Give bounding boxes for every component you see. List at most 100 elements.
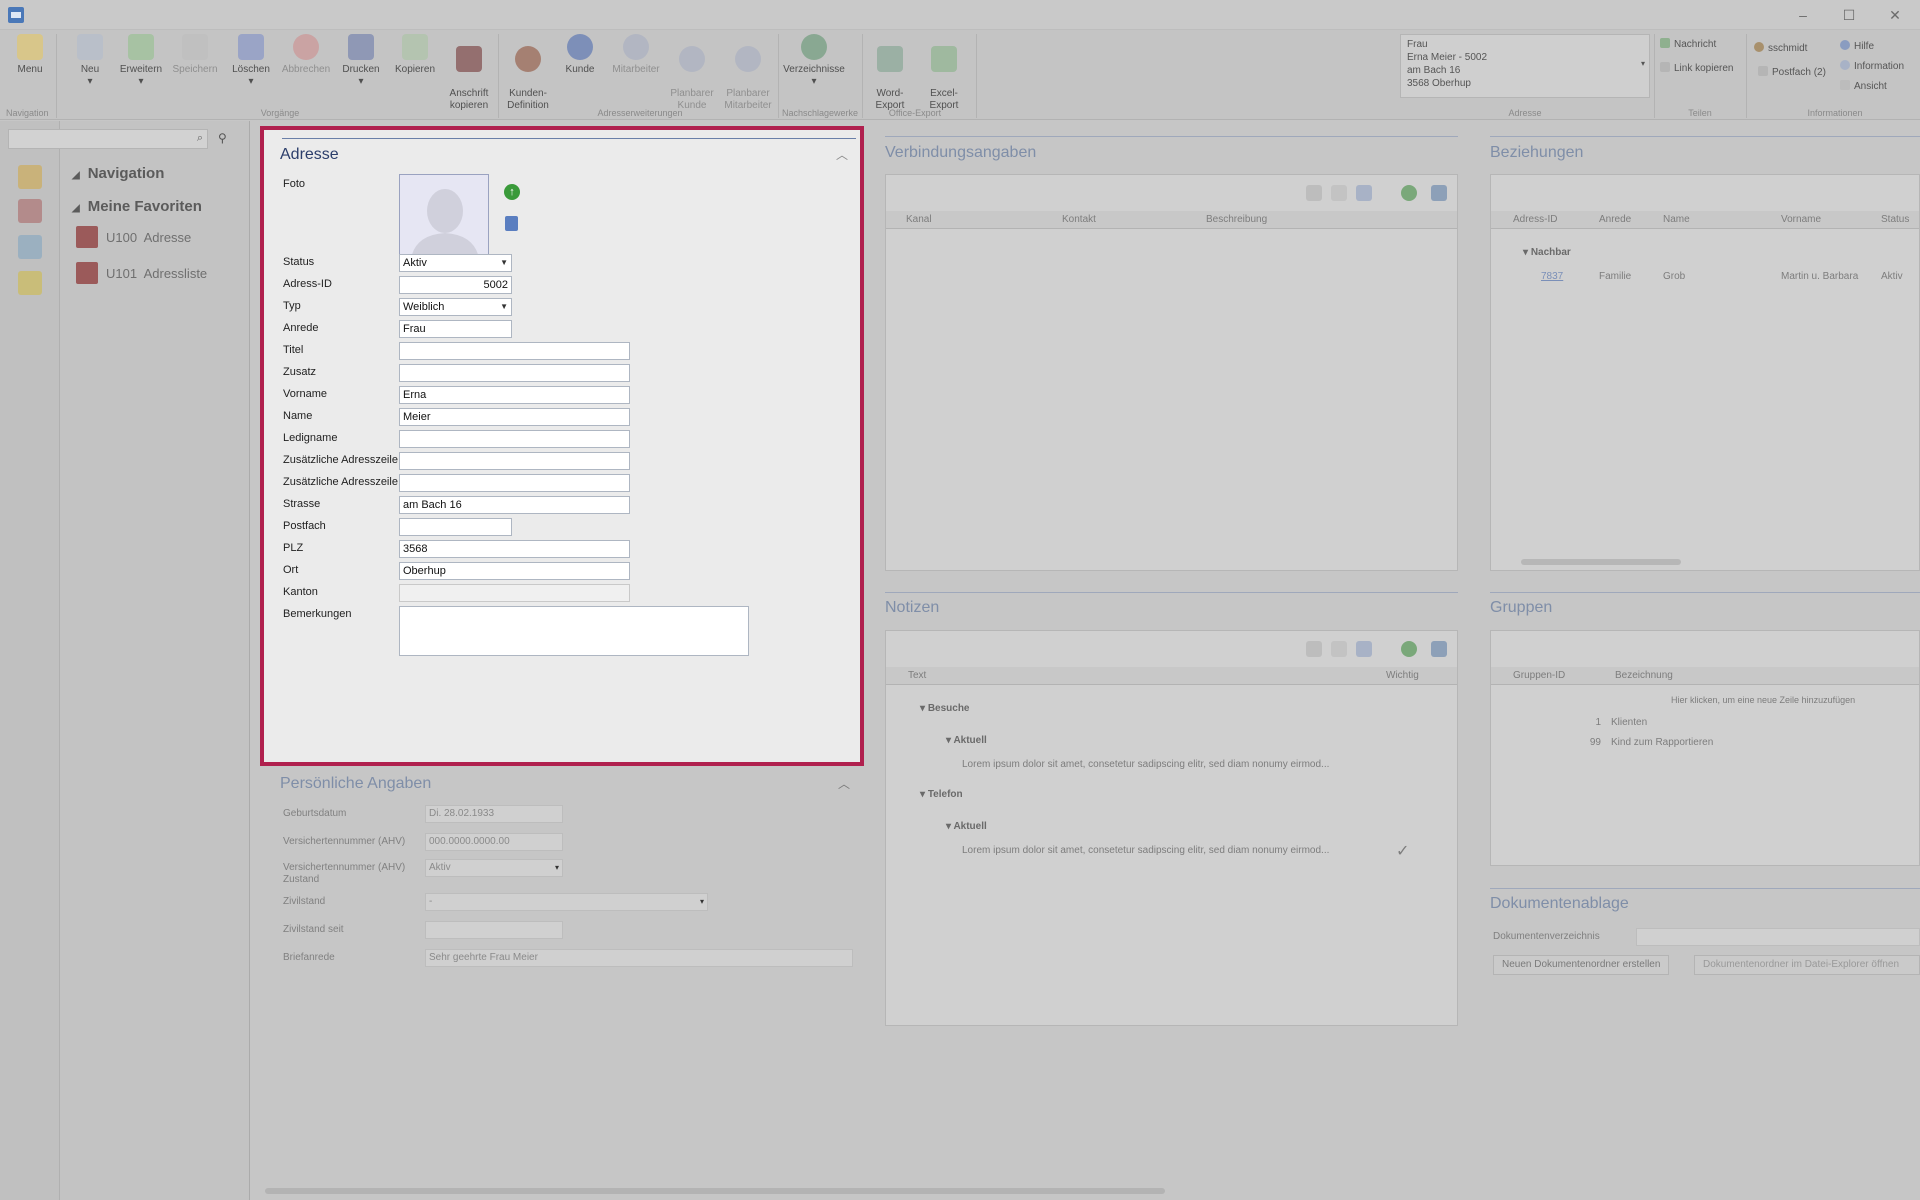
- upload-icon[interactable]: ↑: [504, 184, 520, 200]
- favorites-heading[interactable]: ◢ Meine Favoriten: [72, 198, 202, 215]
- name-field[interactable]: Meier: [399, 408, 630, 426]
- column-status[interactable]: Status: [1881, 214, 1909, 225]
- relation-id-link[interactable]: 7837: [1541, 271, 1563, 282]
- navigation-search-input[interactable]: ⌕: [8, 129, 208, 149]
- anschrift-kopieren-button[interactable]: Anschrift kopieren: [444, 34, 494, 112]
- navigation-heading[interactable]: ◢ Navigation: [72, 165, 164, 182]
- map-icon[interactable]: [18, 235, 42, 259]
- planbarer-mitarbeiter-button[interactable]: Planbarer Mitarbeiter: [720, 34, 776, 112]
- zusatz-field[interactable]: [399, 364, 630, 382]
- add-contact-icon[interactable]: [1431, 641, 1447, 657]
- speichern-button[interactable]: Speichern: [170, 34, 220, 76]
- ledigname-field[interactable]: [399, 430, 630, 448]
- horizontal-scrollbar[interactable]: [1521, 559, 1681, 565]
- geburtsdatum-field[interactable]: Di. 28.02.1933: [425, 805, 563, 823]
- titel-field[interactable]: [399, 342, 630, 360]
- drucken-button[interactable]: Drucken ▾: [336, 34, 386, 88]
- briefanrede-field[interactable]: Sehr geehrte Frau Meier: [425, 949, 853, 967]
- status-select[interactable]: Aktiv ▼: [399, 254, 512, 272]
- new-icon[interactable]: [1306, 641, 1322, 657]
- vorname-field[interactable]: Erna: [399, 386, 630, 404]
- zusatz-adresszeile-field[interactable]: [399, 452, 630, 470]
- ahv-zustand-select[interactable]: Aktiv ▾: [425, 859, 563, 877]
- trash-icon[interactable]: [1356, 641, 1372, 657]
- zivilstand-select[interactable]: - ▾: [425, 893, 708, 911]
- note-row-text[interactable]: Lorem ipsum dolor sit amet, consetetur s…: [962, 845, 1372, 856]
- ort-field[interactable]: Oberhup: [399, 562, 630, 580]
- new-icon[interactable]: [1306, 185, 1322, 201]
- word-export-button[interactable]: Word- Export: [868, 34, 912, 112]
- add-contact-icon[interactable]: [1431, 185, 1447, 201]
- bemerkungen-textarea[interactable]: [399, 606, 749, 656]
- favorite-item-adressliste[interactable]: U101 Adressliste: [76, 262, 207, 284]
- zusatz-adresszeile-2-field[interactable]: [399, 474, 630, 492]
- chevron-down-icon[interactable]: ▾: [1641, 57, 1645, 70]
- hilfe-button[interactable]: Hilfe: [1840, 40, 1874, 52]
- plz-field[interactable]: 3568: [399, 540, 630, 558]
- column-adress-id[interactable]: Adress-ID: [1513, 214, 1557, 225]
- minimize-icon[interactable]: –: [1790, 4, 1816, 26]
- group-row-telefon[interactable]: ▾ Telefon: [920, 789, 963, 800]
- notes-icon[interactable]: [18, 271, 42, 295]
- subgroup-row[interactable]: ▾ Aktuell: [946, 821, 987, 832]
- kunden-definition-button[interactable]: Kunden- Definition: [502, 34, 554, 112]
- new-row-hint[interactable]: Hier klicken, um eine neue Zeile hinzuzu…: [1671, 695, 1855, 705]
- edit-icon[interactable]: [1331, 641, 1347, 657]
- column-kontakt[interactable]: Kontakt: [1062, 214, 1096, 225]
- adress-id-field[interactable]: 5002: [399, 276, 512, 294]
- menu-button[interactable]: Menu: [10, 34, 50, 76]
- column-kanal[interactable]: Kanal: [906, 214, 932, 225]
- kanton-field[interactable]: [399, 584, 630, 602]
- address-summary-box[interactable]: Frau Erna Meier - 5002 am Bach 16 3568 O…: [1400, 34, 1650, 98]
- postfach-button[interactable]: Postfach (2): [1758, 66, 1826, 78]
- verzeichnisse-button[interactable]: Verzeichnisse ▾: [782, 34, 846, 88]
- planbarer-kunde-button[interactable]: Planbarer Kunde: [666, 34, 718, 112]
- close-icon[interactable]: ✕: [1882, 4, 1908, 26]
- group-row-nachbar[interactable]: ▾ Nachbar: [1523, 247, 1571, 258]
- group-bezeichnung[interactable]: Klienten: [1611, 717, 1647, 728]
- mitarbeiter-button[interactable]: Mitarbeiter: [608, 34, 664, 76]
- loeschen-button[interactable]: Löschen ▾: [226, 34, 276, 88]
- favorite-item-adresse[interactable]: U100 Adresse: [76, 226, 191, 248]
- stack-icon[interactable]: [18, 199, 42, 223]
- kopieren-button[interactable]: Kopieren: [390, 34, 440, 76]
- neu-button[interactable]: Neu ▾: [70, 34, 110, 88]
- column-anrede[interactable]: Anrede: [1599, 214, 1631, 225]
- postfach-field[interactable]: [399, 518, 512, 536]
- excel-export-button[interactable]: Excel- Export: [922, 34, 966, 112]
- subgroup-row[interactable]: ▾ Aktuell: [946, 735, 987, 746]
- dokumentenverzeichnis-field[interactable]: [1636, 928, 1920, 946]
- group-bezeichnung[interactable]: Kind zum Rapportieren: [1611, 737, 1713, 748]
- group-row-besuche[interactable]: ▾ Besuche: [920, 703, 970, 714]
- column-text[interactable]: Text: [908, 670, 926, 681]
- column-bezeichnung[interactable]: Bezeichnung: [1615, 670, 1673, 681]
- abbrechen-button[interactable]: Abbrechen: [280, 34, 332, 76]
- collapse-icon[interactable]: ︿: [838, 775, 850, 792]
- kunde-button[interactable]: Kunde: [558, 34, 602, 76]
- refresh-icon[interactable]: [1401, 185, 1417, 201]
- column-gruppen-id[interactable]: Gruppen-ID: [1513, 670, 1565, 681]
- pin-icon[interactable]: ⚲: [218, 131, 227, 145]
- column-vorname[interactable]: Vorname: [1781, 214, 1821, 225]
- maximize-icon[interactable]: ☐: [1836, 4, 1862, 26]
- nachricht-button[interactable]: Nachricht: [1660, 38, 1716, 50]
- column-wichtig[interactable]: Wichtig: [1386, 670, 1419, 681]
- neuer-dokumentenordner-button[interactable]: Neuen Dokumentenordner erstellen: [1493, 955, 1670, 975]
- note-row-text[interactable]: Lorem ipsum dolor sit amet, consetetur s…: [962, 759, 1372, 770]
- anrede-field[interactable]: Frau: [399, 320, 512, 338]
- column-beschreibung[interactable]: Beschreibung: [1206, 214, 1267, 225]
- horizontal-scrollbar[interactable]: [265, 1188, 1165, 1194]
- refresh-icon[interactable]: [1401, 641, 1417, 657]
- column-name[interactable]: Name: [1663, 214, 1690, 225]
- dokumentenordner-oeffnen-button[interactable]: Dokumentenordner im Datei-Explorer öffne…: [1694, 955, 1920, 975]
- collapse-icon[interactable]: ︿: [836, 146, 848, 163]
- strasse-field[interactable]: am Bach 16: [399, 496, 630, 514]
- erweitern-button[interactable]: Erweitern ▾: [116, 34, 166, 88]
- typ-select[interactable]: Weiblich ▼: [399, 298, 512, 316]
- photo-placeholder[interactable]: [399, 174, 489, 264]
- zivilstand-seit-field[interactable]: [425, 921, 563, 939]
- trash-icon[interactable]: [505, 216, 518, 231]
- star-icon[interactable]: [18, 165, 42, 189]
- edit-icon[interactable]: [1331, 185, 1347, 201]
- trash-icon[interactable]: [1356, 185, 1372, 201]
